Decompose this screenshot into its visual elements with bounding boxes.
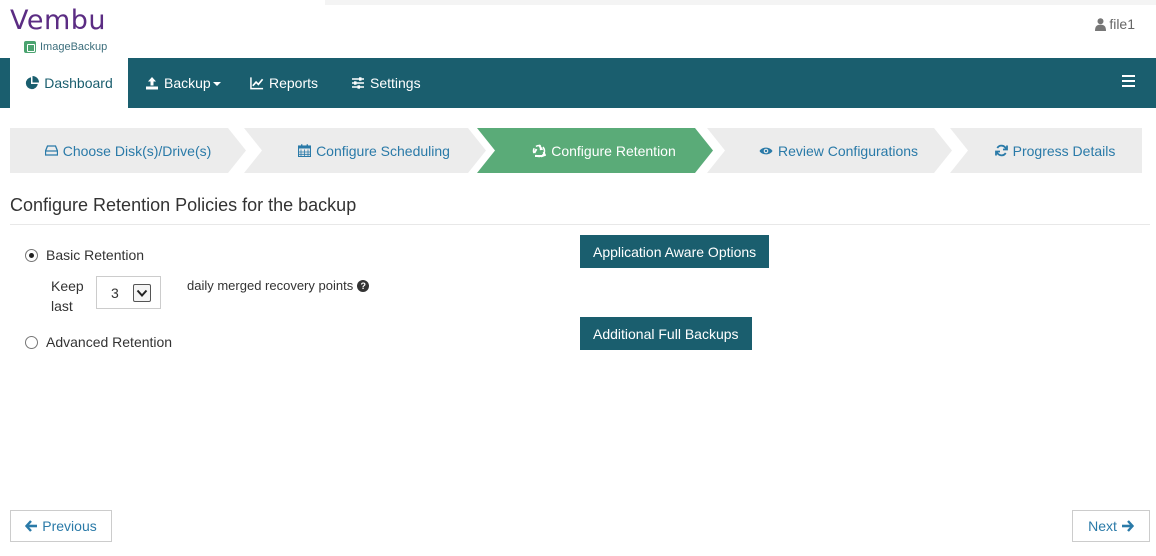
user-name: file1 [1109, 16, 1135, 32]
step-configure-retention[interactable]: Configure Retention [495, 128, 713, 173]
step-review-configurations-label: Review Configurations [777, 142, 919, 159]
wizard-steps: Choose Disk(s)/Drive(s) Configure Schedu… [10, 128, 1142, 173]
advanced-retention-option[interactable]: Advanced Retention [25, 334, 172, 350]
keep-count-select[interactable]: 3 [96, 276, 161, 309]
user-menu[interactable]: file1 [1095, 16, 1135, 32]
logo-subtitle-text: ImageBackup [40, 41, 108, 53]
nav-backup-label: Backup [164, 75, 211, 91]
imagebackup-icon [24, 41, 36, 53]
nav-dashboard-label: Dashboard [44, 75, 113, 91]
nav-reports-label: Reports [269, 75, 319, 91]
step-configure-scheduling-label: Configure Scheduling [316, 142, 450, 159]
refresh-icon [994, 144, 1008, 157]
keep-count-value: 3 [111, 284, 119, 301]
keep-last-label: Keep last [51, 278, 84, 314]
step-choose-drives-label: Choose Disk(s)/Drive(s) [62, 142, 212, 159]
nav-settings-label: Settings [370, 75, 421, 91]
previous-label: Previous [42, 518, 97, 534]
header-topline [325, 0, 1156, 5]
recycle-icon [532, 143, 547, 158]
arrow-right-icon [1121, 520, 1134, 532]
calendar-icon [298, 144, 312, 157]
page-title: Configure Retention Policies for the bac… [10, 195, 357, 215]
step-choose-drives[interactable]: Choose Disk(s)/Drive(s) [10, 128, 246, 173]
next-button[interactable]: Next [1072, 510, 1150, 542]
nav-dashboard[interactable]: Dashboard [10, 58, 128, 108]
vembu-logo[interactable]: Vembu ImageBackup [10, 4, 120, 56]
drive-icon [44, 145, 58, 156]
main-navbar: Dashboard Backup Reports Settings [0, 58, 1156, 108]
title-divider [10, 224, 1150, 225]
help-icon[interactable]: ? [357, 279, 370, 292]
chevron-down-icon [212, 82, 221, 86]
logo-wordmark: Vembu [10, 5, 107, 36]
additional-full-backups-button[interactable]: Additional Full Backups [580, 317, 752, 350]
daily-recovery-text: daily merged recovery points ? [187, 278, 370, 293]
daily-recovery-label: daily merged recovery points [187, 278, 354, 293]
sliders-icon [351, 76, 365, 90]
advanced-retention-radio[interactable] [25, 335, 38, 349]
step-review-configurations[interactable]: Review Configurations [725, 128, 952, 173]
upload-icon [145, 76, 159, 90]
basic-retention-option[interactable]: Basic Retention [25, 247, 144, 263]
nav-settings[interactable]: Settings [351, 58, 421, 108]
previous-button[interactable]: Previous [10, 510, 112, 542]
dashboard-icon [25, 76, 40, 90]
basic-retention-label: Basic Retention [46, 247, 145, 263]
user-icon [1095, 17, 1107, 31]
nav-backup[interactable]: Backup [145, 58, 221, 108]
logo-subtitle: ImageBackup [24, 40, 107, 54]
arrow-left-icon [25, 520, 38, 532]
app-header: Vembu ImageBackup file1 [0, 0, 1156, 58]
eye-icon [759, 146, 773, 156]
line-chart-icon [250, 76, 264, 90]
advanced-retention-label: Advanced Retention [46, 334, 173, 350]
step-configure-scheduling[interactable]: Configure Scheduling [262, 128, 486, 173]
hamburger-icon[interactable] [1122, 75, 1135, 87]
chevron-down-icon [133, 283, 151, 302]
nav-reports[interactable]: Reports [250, 58, 318, 108]
application-aware-options-button[interactable]: Application Aware Options [580, 235, 770, 268]
step-progress-details[interactable]: Progress Details [968, 128, 1142, 173]
step-configure-retention-label: Configure Retention [551, 142, 676, 159]
step-progress-details-label: Progress Details [1012, 142, 1116, 159]
basic-retention-radio[interactable] [25, 248, 38, 262]
next-label: Next [1088, 518, 1117, 534]
